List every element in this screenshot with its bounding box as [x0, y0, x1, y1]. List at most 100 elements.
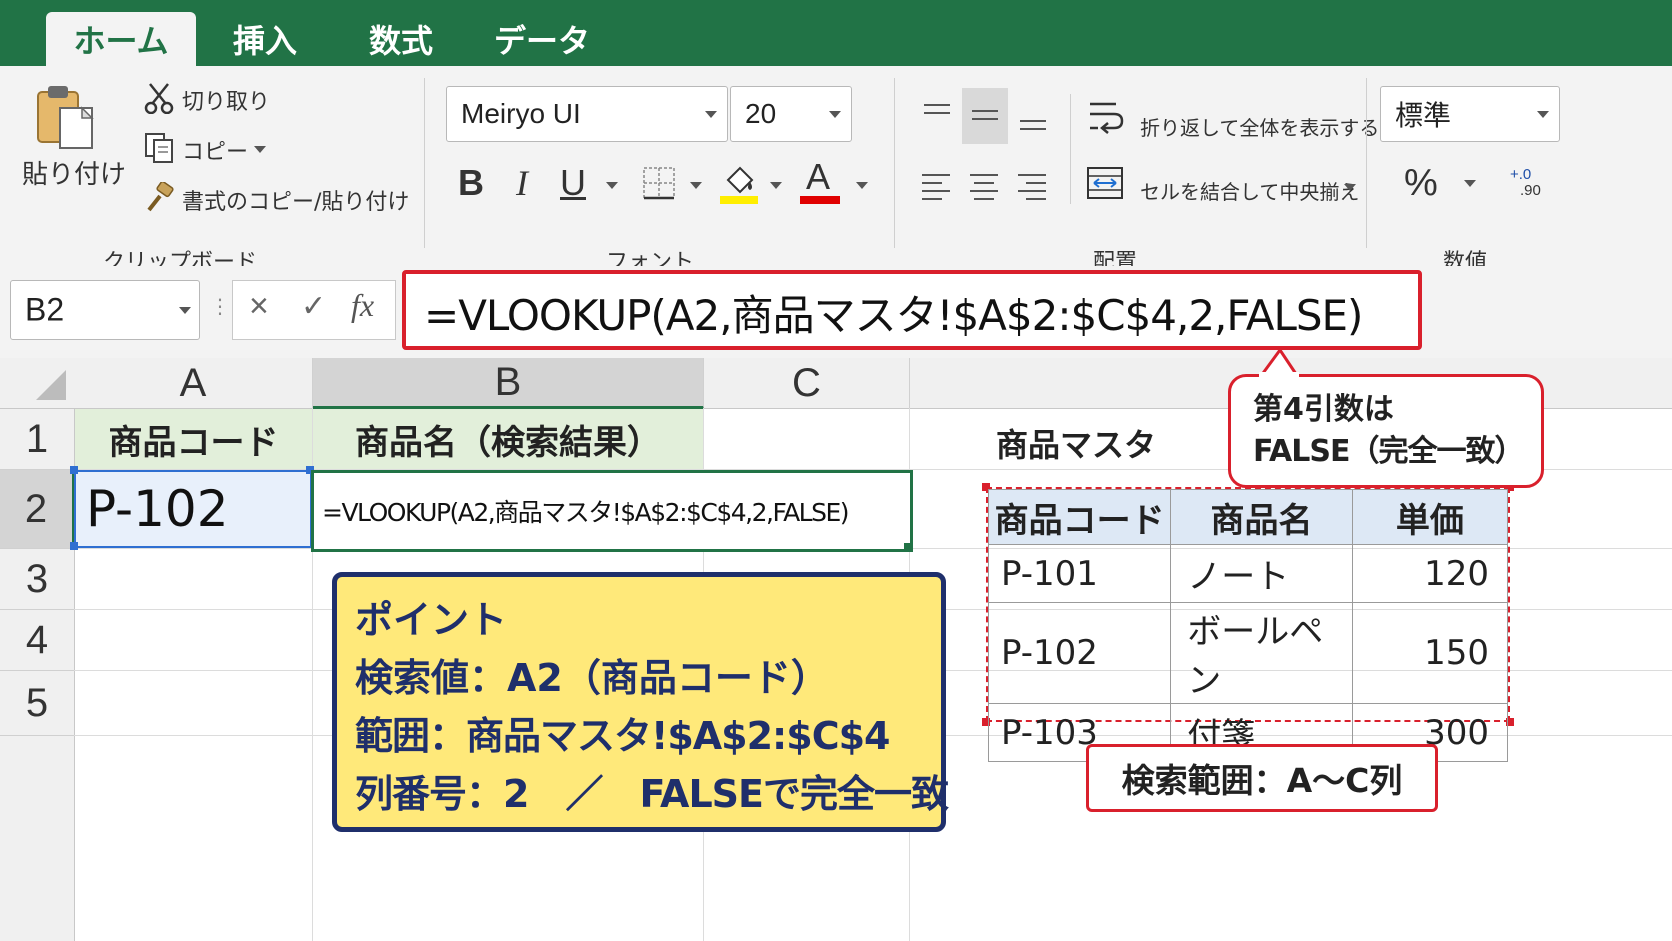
chevron-down-icon	[179, 307, 191, 314]
select-all-triangle-icon	[36, 370, 66, 400]
master-table: 商品コード 商品名 単価 P-101 ノート 120 P-102 ボールペン 1…	[987, 489, 1509, 762]
font-name-select[interactable]: Meiryo UI	[446, 86, 728, 142]
range-label-box: 検索範囲：A～C列	[1086, 744, 1438, 812]
point-note-line: 範囲：商品マスタ!$A$2:$C$4	[355, 714, 890, 758]
font-size-value: 20	[745, 98, 777, 129]
insert-function-icon[interactable]: fx	[351, 287, 374, 324]
master-header-code: 商品コード	[987, 489, 1172, 545]
master-name[interactable]: ノート	[1170, 544, 1353, 603]
row-header-2[interactable]: 2	[0, 470, 75, 549]
row-header-5[interactable]: 5	[0, 671, 75, 736]
divider	[424, 78, 425, 248]
wrap-text-label: 折り返して全体を表示する	[1140, 116, 1380, 140]
name-box[interactable]: B2	[10, 280, 200, 340]
divider	[894, 78, 895, 248]
increase-decimal-top: +.0	[1510, 166, 1532, 183]
row-header-1[interactable]: 1	[0, 409, 75, 470]
callout-box: 第4引数は FALSE（完全一致）	[1228, 374, 1544, 488]
cell-a2[interactable]: P-102	[74, 470, 312, 548]
align-bottom-icon[interactable]	[1016, 96, 1052, 132]
master-header-price: 単価	[1351, 489, 1509, 545]
increase-decimal-button[interactable]: +.0 .90	[1510, 166, 1550, 206]
range-label-text: 検索範囲：A～C列	[1121, 761, 1403, 800]
align-center-icon[interactable]	[968, 168, 1004, 204]
italic-button[interactable]: I	[516, 162, 528, 204]
master-header-name: 商品名	[1170, 489, 1353, 545]
align-right-icon[interactable]	[1016, 168, 1052, 204]
merge-center-button[interactable]: セルを結合して中央揃え	[1086, 164, 1376, 208]
font-color-button[interactable]: A	[800, 156, 842, 206]
row-header-area	[0, 736, 75, 941]
cell-a1-text: 商品コード	[108, 422, 279, 463]
align-top-icon[interactable]	[920, 96, 956, 132]
cancel-icon[interactable]: ×	[249, 287, 269, 326]
borders-chevron-icon[interactable]	[690, 182, 702, 189]
ribbon-tab-bar: ホーム 挿入 数式 データ	[0, 0, 1672, 66]
font-color-swatch	[800, 196, 840, 204]
master-name[interactable]: ボールペン	[1170, 602, 1353, 704]
font-color-chevron-icon[interactable]	[856, 182, 868, 189]
formula-bar: B2 ⋮ × ✓ fx =VLOOKUP(A2,商品マスタ!$A$2:$C$4,…	[0, 266, 1672, 358]
tab-formulas[interactable]: 数式	[336, 12, 466, 66]
table-row: P-102 ボールペン 150	[987, 602, 1509, 704]
master-price[interactable]: 120	[1351, 544, 1509, 603]
align-left-icon[interactable]	[920, 168, 956, 204]
font-color-letter: A	[806, 156, 831, 197]
master-header-row: 商品コード 商品名 単価	[987, 489, 1509, 545]
selection-handle[interactable]	[70, 542, 78, 550]
cell-b2-text: =VLOOKUP(A2,商品マスタ!$A$2:$C$4,2,FALSE)	[322, 498, 850, 527]
format-painter-button[interactable]: 書式のコピー/貼り付け	[144, 182, 409, 218]
column-header-b[interactable]: B	[313, 358, 704, 409]
copy-button[interactable]: コピー	[144, 132, 274, 168]
cell-a2-text: P-102	[86, 480, 229, 538]
formula-input[interactable]: =VLOOKUP(A2,商品マスタ!$A$2:$C$4,2,FALSE)	[402, 270, 1422, 350]
callout-line: 第4引数は	[1253, 392, 1394, 427]
fill-color-chevron-icon[interactable]	[770, 182, 782, 189]
copy-icon	[145, 133, 173, 163]
underline-button[interactable]: U	[560, 162, 586, 204]
formula-bar-splitter[interactable]: ⋮	[210, 294, 230, 324]
chevron-down-icon	[1537, 111, 1549, 118]
cell-b1[interactable]: 商品名（検索結果）	[313, 409, 703, 469]
tab-data[interactable]: データ	[472, 12, 612, 66]
align-middle-icon[interactable]	[962, 88, 1008, 144]
table-row: P-101 ノート 120	[987, 544, 1509, 603]
column-header-c[interactable]: C	[704, 358, 910, 409]
paste-icon	[37, 86, 94, 149]
selection-handle[interactable]	[70, 466, 78, 474]
master-code[interactable]: P-102	[987, 602, 1172, 704]
chevron-down-icon[interactable]	[1344, 184, 1356, 191]
underline-options-chevron-icon[interactable]	[606, 182, 618, 189]
cut-label: 切り取り	[182, 90, 271, 115]
wrap-text-button[interactable]: 折り返して全体を表示する	[1086, 96, 1380, 140]
name-box-value: B2	[25, 291, 65, 328]
fill-handle[interactable]	[904, 543, 912, 551]
cell-b1-text: 商品名（検索結果）	[355, 422, 661, 463]
tab-home[interactable]: ホーム	[46, 12, 196, 66]
row-header-4[interactable]: 4	[0, 610, 75, 671]
merge-center-icon	[1087, 167, 1123, 199]
cell-b2[interactable]: =VLOOKUP(A2,商品マスタ!$A$2:$C$4,2,FALSE)	[311, 470, 913, 552]
paste-button[interactable]: 貼り付け	[14, 82, 126, 242]
select-all-corner[interactable]	[0, 358, 75, 409]
cut-button[interactable]: 切り取り	[144, 82, 274, 118]
format-painter-label: 書式のコピー/貼り付け	[182, 190, 410, 215]
cell-a1[interactable]: 商品コード	[75, 409, 312, 469]
font-size-select[interactable]: 20	[730, 86, 852, 142]
master-code[interactable]: P-101	[987, 544, 1172, 603]
bold-button[interactable]: B	[458, 162, 484, 204]
chevron-down-icon[interactable]	[1464, 180, 1476, 187]
borders-icon[interactable]	[642, 166, 676, 200]
percent-style-button[interactable]: %	[1404, 162, 1438, 205]
tab-insert[interactable]: 挿入	[200, 12, 330, 66]
master-price[interactable]: 150	[1351, 602, 1509, 704]
point-note-line: 検索値：A2（商品コード）	[355, 656, 829, 700]
enter-check-icon[interactable]: ✓	[301, 289, 326, 324]
row-header-3[interactable]: 3	[0, 549, 75, 610]
scissors-icon	[144, 83, 174, 114]
fill-color-icon[interactable]	[720, 162, 760, 204]
column-header-a[interactable]: A	[74, 358, 313, 409]
chevron-down-icon[interactable]	[254, 146, 266, 153]
chevron-down-icon	[829, 111, 841, 118]
number-format-select[interactable]: 標準	[1380, 86, 1560, 142]
